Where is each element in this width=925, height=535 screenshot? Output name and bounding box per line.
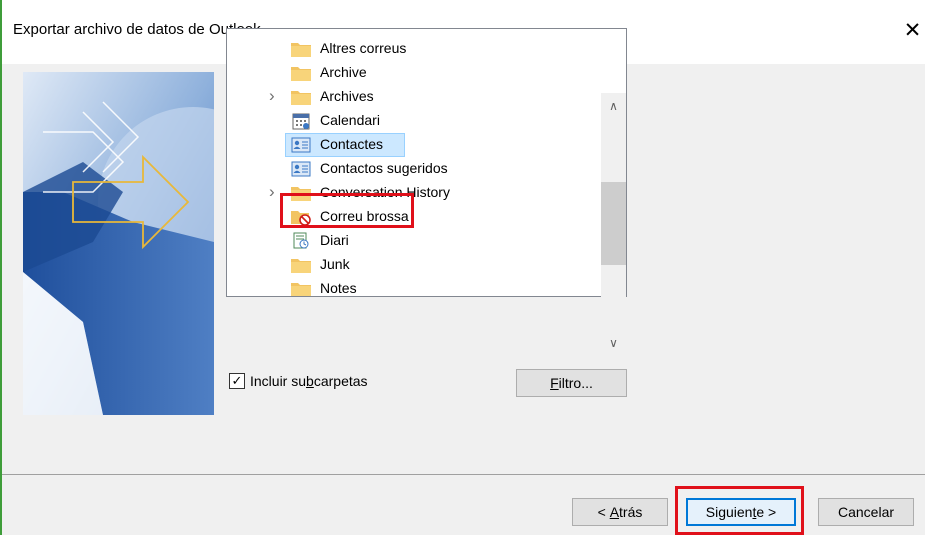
folder-item-label: Diari [320,232,349,248]
journal-icon [290,232,312,250]
folder-item[interactable]: Calendari [227,109,597,133]
next-button[interactable]: Siguien t e > [686,498,796,526]
cancel-label: Cancelar [837,504,895,520]
export-wizard-banner [23,72,214,415]
close-icon[interactable]: ✕ [904,18,922,43]
folder-item[interactable]: Contactos sugeridos [227,157,597,181]
include-subfolders-label[interactable]: Incluir subcarpetas [250,373,368,389]
folder-icon [290,88,312,106]
folder-item-label: Archives [320,88,374,104]
scroll-up-button[interactable]: ∧ [601,96,626,116]
folder-item[interactable]: Notes [227,277,597,296]
filter-button[interactable]: Filtro... [516,369,627,397]
folder-icon [290,280,312,296]
filter-accelerator: F [550,375,559,391]
filter-label: iltro... [558,375,593,391]
chevron-up-icon[interactable]: ∧ [609,99,618,113]
back-prefix: < [597,504,606,520]
footer-separator [2,474,925,475]
folder-item-label: Contactos sugeridos [320,160,448,176]
folder-item-label: Notes [320,280,357,296]
folder-item[interactable]: › Archives [227,85,597,109]
back-accelerator: A [609,504,620,520]
banner-graphic-icon [23,72,214,415]
back-label: trás [619,504,643,520]
next-prefix: Siguien [705,504,753,520]
label-accelerator: b [306,373,314,389]
next-label: e > [756,504,777,520]
chevron-right-icon[interactable]: › [269,87,281,104]
include-subfolders-checkbox[interactable]: ✓ [229,373,245,389]
selected-item-highlight [280,193,414,228]
folder-item[interactable]: Contactes [227,133,597,157]
calendar-icon [290,112,312,130]
folder-item-label: Junk [320,256,350,272]
scroll-down-button[interactable]: ∨ [601,333,626,353]
folder-item[interactable]: Diari [227,229,597,253]
folder-item[interactable]: Altres correus [227,37,597,61]
label-suffix: carpetas [313,373,368,389]
cancel-button[interactable]: Cancelar [818,498,914,526]
folder-item-label: Archive [320,64,367,80]
chevron-down-icon[interactable]: ∨ [609,336,618,350]
export-dialog: Exportar archivo de datos de Outlook ✕ A… [0,0,925,535]
contacts-icon [290,136,312,154]
folder-tree[interactable]: Altres correus Archive › Archives Calendari C… [226,28,627,297]
window-title: Exportar archivo de datos de Outlook [13,21,261,38]
label-prefix: Incluir su [250,373,307,389]
folder-item[interactable]: Archive [227,61,597,85]
checkmark-icon: ✓ [231,373,243,388]
folder-icon [290,256,312,274]
folder-item-label: Calendari [320,112,380,128]
folder-item[interactable]: Junk [227,253,597,277]
contacts-icon [290,160,312,178]
scrollbar-thumb[interactable] [601,182,626,265]
back-button[interactable]: < Atrás [572,498,668,526]
folder-icon [290,64,312,82]
folder-icon [290,40,312,58]
folder-item-label: Altres correus [320,40,407,56]
folder-item-label: Contactes [320,136,384,152]
close-button[interactable]: ✕ [898,12,925,48]
